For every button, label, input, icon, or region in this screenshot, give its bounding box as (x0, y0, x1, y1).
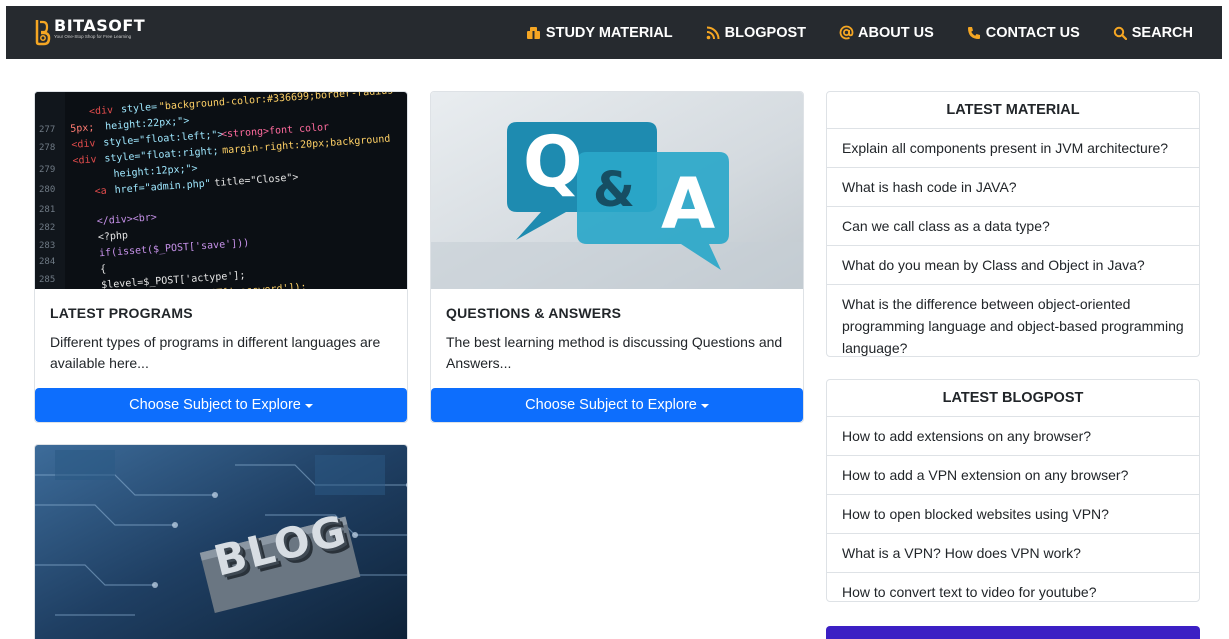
list-item[interactable]: Can we call class as a data type? (827, 207, 1199, 246)
svg-text:281: 281 (39, 205, 55, 215)
svg-text:285: 285 (39, 275, 55, 285)
list-item[interactable]: What is hash code in JAVA? (827, 168, 1199, 207)
card-questions-answers: Q & A QUESTIONS & ANSWERS The best learn… (430, 91, 804, 423)
qa-ampersand: & (593, 162, 635, 218)
card-title: QUESTIONS & ANSWERS (446, 305, 622, 321)
list-item[interactable]: How to open blocked websites using VPN? (827, 495, 1199, 534)
list-item[interactable]: Explain all components present in JVM ar… (827, 129, 1199, 168)
at-icon (838, 25, 854, 41)
nav-label: SEARCH (1131, 24, 1193, 41)
caret-down-icon (304, 403, 313, 408)
blog-circuit-image[interactable]: BLOG (35, 445, 407, 639)
svg-text:279: 279 (39, 165, 55, 175)
code-screen-image[interactable]: 277 278 279 280 281 282 283 284 285 <div style=… (35, 92, 407, 289)
box-icon (526, 25, 542, 41)
nav-label: ABOUT US (858, 24, 934, 41)
brand-name: BITASOFT (54, 16, 146, 35)
latest-material-panel: LATEST MATERIAL Explain all components p… (826, 91, 1200, 357)
svg-text:<?php: <?php (98, 230, 129, 243)
svg-text:278: 278 (39, 143, 55, 153)
latest-blogpost-panel: LATEST BLOGPOST How to add extensions on… (826, 379, 1200, 602)
svg-text:<a: <a (94, 186, 107, 198)
list-item[interactable]: How to add a VPN extension on any browse… (827, 456, 1199, 495)
nav-label: BLOGPOST (724, 24, 807, 41)
list-item[interactable]: What is a VPN? How does VPN work? (827, 534, 1199, 573)
latest-material-heading: LATEST MATERIAL (827, 92, 1199, 129)
choose-subject-button[interactable]: Choose Subject to Explore (35, 388, 407, 422)
svg-text:<div: <div (89, 105, 114, 118)
button-label: Choose Subject to Explore (129, 397, 301, 413)
card-blog: BLOG (34, 444, 408, 639)
brand-logo[interactable]: BITASOFT Your One-Stop Shop for Free Lea… (34, 18, 145, 48)
nav-about-us[interactable]: ABOUT US (838, 25, 934, 41)
svg-text:<div: <div (72, 154, 97, 167)
svg-text:{: { (100, 264, 107, 275)
nav-label: STUDY MATERIAL (545, 24, 673, 41)
qa-bubbles-image[interactable]: Q & A (431, 92, 803, 289)
list-item[interactable]: How to add extensions on any browser? (827, 417, 1199, 456)
svg-text:277: 277 (39, 125, 55, 135)
nav-label: CONTACT US (985, 24, 1080, 41)
svg-text:283: 283 (39, 241, 55, 251)
button-label: Choose Subject to Explore (525, 397, 697, 413)
svg-text:5px;: 5px; (70, 122, 95, 135)
top-navbar: BITASOFT Your One-Stop Shop for Free Lea… (6, 6, 1222, 59)
svg-text:<div: <div (71, 138, 96, 151)
qa-letter-a: A (661, 163, 716, 245)
qa-letter-q: Q (523, 121, 583, 203)
nav-blogpost[interactable]: BLOGPOST (705, 25, 806, 41)
logo-mark-icon (34, 18, 52, 46)
list-item[interactable]: How to convert text to video for youtube… (827, 573, 1199, 611)
svg-text:282: 282 (39, 223, 55, 233)
svg-text:280: 280 (39, 185, 55, 195)
svg-text:284: 284 (39, 257, 55, 267)
caret-down-icon (700, 403, 709, 408)
card-text: The best learning method is discussing Q… (446, 334, 783, 371)
list-item[interactable]: What is the difference between object-or… (827, 285, 1199, 367)
choose-subject-button[interactable]: Choose Subject to Explore (431, 388, 803, 422)
card-text: Different types of programs in different… (50, 334, 381, 371)
phone-icon (966, 25, 982, 41)
nav-contact-us[interactable]: CONTACT US (966, 25, 1080, 41)
nav-search[interactable]: SEARCH (1112, 25, 1193, 41)
nav-study-material[interactable]: STUDY MATERIAL (526, 25, 673, 41)
next-panel-edge (826, 626, 1200, 639)
card-latest-programs: 277 278 279 280 281 282 283 284 285 <div style=… (34, 91, 408, 423)
list-item[interactable]: What do you mean by Class and Object in … (827, 246, 1199, 285)
nav-links: STUDY MATERIAL BLOGPOST ABOUT US CONTACT… (526, 6, 1193, 59)
card-title: LATEST PROGRAMS (50, 305, 193, 321)
rss-icon (705, 25, 721, 41)
search-icon (1112, 25, 1128, 41)
latest-blogpost-heading: LATEST BLOGPOST (827, 380, 1199, 417)
